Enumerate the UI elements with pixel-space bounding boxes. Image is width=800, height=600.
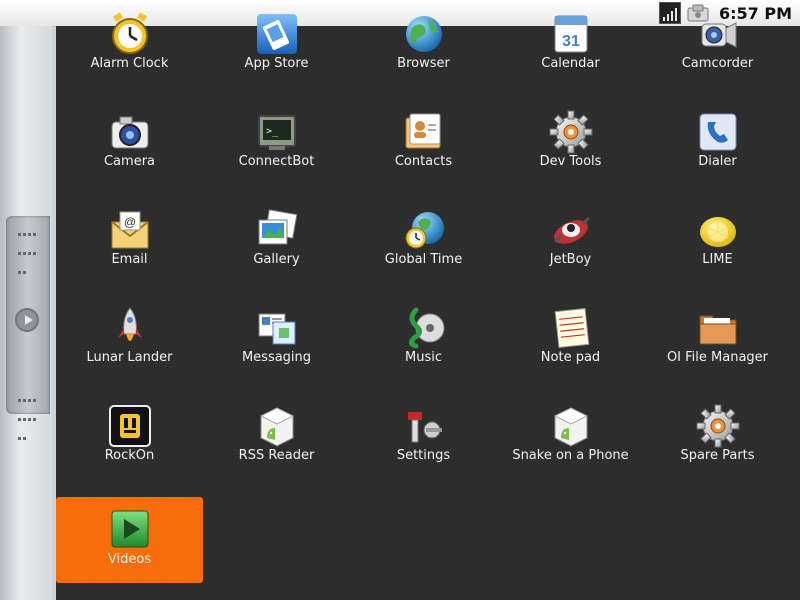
- notepad-icon: [547, 304, 595, 352]
- phone-icon: [694, 108, 742, 156]
- app-label: ConnectBot: [238, 154, 315, 169]
- app-rss-reader[interactable]: RSS Reader: [203, 398, 350, 486]
- app-messaging[interactable]: Messaging: [203, 300, 350, 388]
- svg-text:31: 31: [562, 33, 580, 50]
- contacts-icon: [400, 108, 448, 156]
- calendar-icon: 31: [547, 10, 595, 58]
- app-music[interactable]: Music: [350, 300, 497, 388]
- android-box-icon: [253, 402, 301, 450]
- app-label: Dev Tools: [539, 154, 602, 169]
- android-box-icon: [547, 402, 595, 450]
- app-dev-tools[interactable]: Dev Tools: [497, 104, 644, 192]
- messaging-icon: [253, 304, 301, 352]
- rocket-icon: [106, 304, 154, 352]
- app-label: RSS Reader: [238, 448, 315, 463]
- svg-text:@: @: [123, 215, 135, 229]
- app-label: Contacts: [394, 154, 453, 169]
- app-browser[interactable]: Browser: [350, 6, 497, 94]
- folder-icon: [694, 304, 742, 352]
- globe-clock-icon: [400, 206, 448, 254]
- browser-globe-icon: [400, 10, 448, 58]
- grip-bottom-icon: [17, 388, 41, 440]
- app-label: Email: [111, 252, 148, 267]
- app-rockon[interactable]: RockOn: [56, 398, 203, 486]
- app-connectbot[interactable]: >_ ConnectBot: [203, 104, 350, 192]
- play-icon[interactable]: [15, 308, 39, 332]
- app-label: Messaging: [241, 350, 312, 365]
- app-label: RockOn: [104, 448, 155, 463]
- gear-icon: [547, 108, 595, 156]
- app-settings[interactable]: Settings: [350, 398, 497, 486]
- app-alarm-clock[interactable]: Alarm Clock: [56, 6, 203, 94]
- app-label: Spare Parts: [680, 448, 755, 463]
- app-label: Calendar: [541, 56, 600, 71]
- app-oi-file-manager[interactable]: OI File Manager: [644, 300, 791, 388]
- app-app-store[interactable]: App Store: [203, 6, 350, 94]
- drawer-handle[interactable]: [6, 216, 50, 440]
- terminal-icon: >_: [253, 108, 301, 156]
- app-videos[interactable]: Videos: [56, 497, 203, 583]
- app-label: JetBoy: [549, 252, 592, 267]
- app-label: OI File Manager: [666, 350, 769, 365]
- app-global-time[interactable]: Global Time: [350, 202, 497, 290]
- app-store-icon: [253, 10, 301, 58]
- app-jetboy[interactable]: JetBoy: [497, 202, 644, 290]
- gear-icon: [694, 402, 742, 450]
- app-label: App Store: [244, 56, 309, 71]
- app-calendar[interactable]: 31 Calendar: [497, 6, 644, 94]
- app-label: Snake on a Phone: [512, 448, 629, 463]
- alarm-clock-icon: [106, 10, 154, 58]
- app-label: Alarm Clock: [90, 56, 169, 71]
- app-label: Browser: [397, 56, 450, 71]
- app-label: Global Time: [384, 252, 463, 267]
- app-label: Gallery: [253, 252, 300, 267]
- camcorder-icon: [694, 10, 742, 58]
- app-email[interactable]: @ Email: [56, 202, 203, 290]
- left-rail: [0, 26, 52, 600]
- lemon-icon: [694, 206, 742, 254]
- svg-text:>_: >_: [266, 126, 279, 137]
- app-label: Camcorder: [681, 56, 754, 71]
- music-icon: [400, 304, 448, 352]
- app-label: LIME: [702, 252, 733, 267]
- app-drawer: Alarm Clock App Store Browser 31 Calendar Cam…: [56, 12, 800, 600]
- app-camcorder[interactable]: Camcorder: [644, 6, 791, 94]
- app-label: Settings: [396, 448, 451, 463]
- camera-icon: [106, 108, 154, 156]
- app-label: Videos: [107, 552, 152, 567]
- email-icon: @: [106, 206, 154, 254]
- app-label: Dialer: [698, 154, 737, 169]
- app-dialer[interactable]: Dialer: [644, 104, 791, 192]
- app-snake-on-a-phone[interactable]: Snake on a Phone: [497, 398, 644, 486]
- app-label: Music: [405, 350, 442, 365]
- app-gallery[interactable]: Gallery: [203, 202, 350, 290]
- app-spare-parts[interactable]: Spare Parts: [644, 398, 791, 486]
- app-lunar-lander[interactable]: Lunar Lander: [56, 300, 203, 388]
- app-label: Camera: [103, 154, 156, 169]
- jetboy-icon: [547, 206, 595, 254]
- grip-top-icon: [17, 222, 41, 274]
- app-lime[interactable]: LIME: [644, 202, 791, 290]
- app-label: Note pad: [540, 350, 601, 365]
- rockon-icon: [106, 402, 154, 450]
- app-camera[interactable]: Camera: [56, 104, 203, 192]
- app-contacts[interactable]: Contacts: [350, 104, 497, 192]
- app-label: Lunar Lander: [86, 350, 173, 365]
- gallery-icon: [253, 206, 301, 254]
- app-note-pad[interactable]: Note pad: [497, 300, 644, 388]
- video-play-icon: [106, 505, 154, 553]
- settings-icon: [400, 402, 448, 450]
